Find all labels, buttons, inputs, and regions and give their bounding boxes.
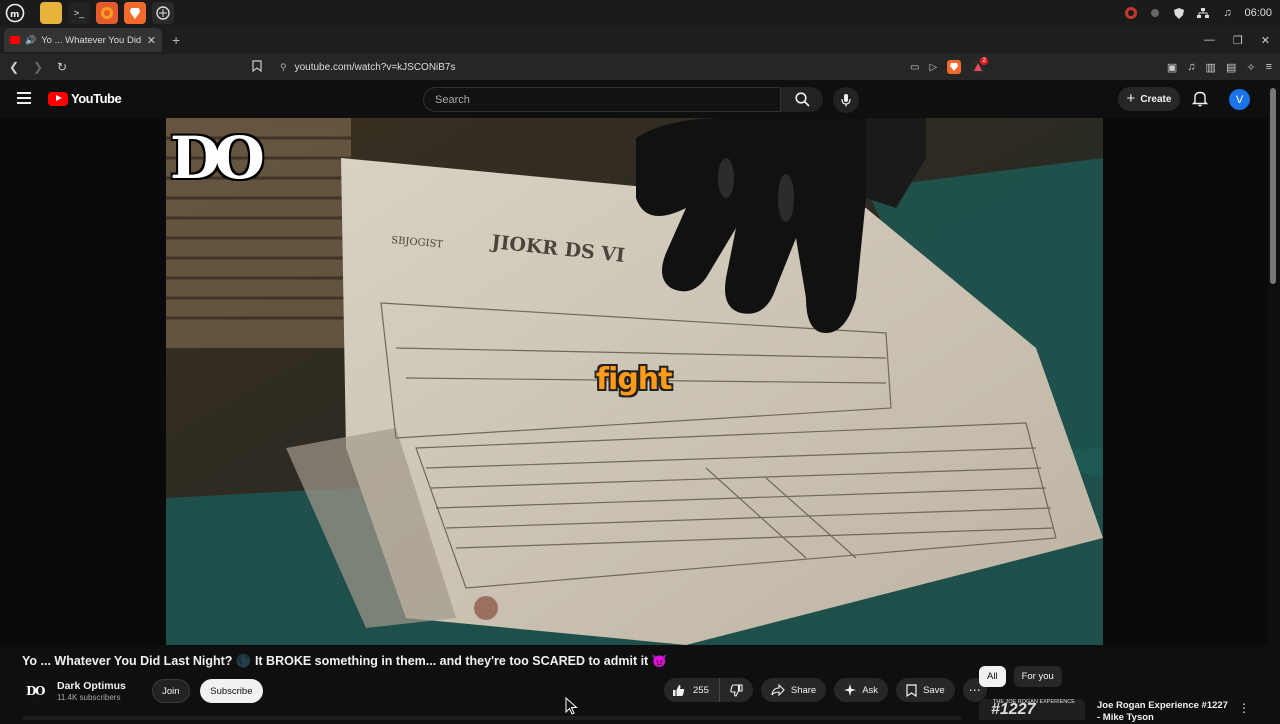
save-button[interactable]: Save <box>896 678 955 702</box>
site-info-icon[interactable]: ⚲ <box>280 62 287 73</box>
save-label: Save <box>923 684 945 696</box>
channel-watermark[interactable]: DO <box>170 124 265 192</box>
guide-menu-icon[interactable] <box>17 92 31 104</box>
youtube-logo[interactable]: YouTube <box>48 91 122 106</box>
plus-icon: + <box>1126 90 1136 107</box>
youtube-logo-text: YouTube <box>71 91 122 106</box>
address-bar[interactable]: ⚲ youtube.com/watch?v=kJSCONiB7s <box>252 56 1002 78</box>
video-player[interactable]: JIOKR DS VI SBJOGIST DO fight <box>166 118 1103 645</box>
os-taskbar: m >_ ♫ 06:00 <box>0 0 1280 26</box>
clock[interactable]: 06:00 <box>1244 7 1272 19</box>
video-title: Yo ... Whatever You Did Last Night? 🌑 It… <box>22 654 668 668</box>
youtube-header: YouTube Search + Create V <box>0 80 1280 118</box>
reload-icon[interactable]: ↻ <box>52 60 72 74</box>
subscriber-count: 11.4K subscribers <box>57 693 121 702</box>
bookmark-icon[interactable] <box>252 59 262 75</box>
leo-icon[interactable]: ✧ <box>1246 61 1255 74</box>
app-icon[interactable] <box>152 2 174 24</box>
cast-icon[interactable]: ▭ <box>910 62 919 73</box>
channel-avatar[interactable]: DO <box>22 678 48 704</box>
back-icon[interactable]: ❮ <box>4 60 24 74</box>
ask-button[interactable]: Ask <box>834 678 889 702</box>
wallet-icon[interactable]: ▤ <box>1226 61 1236 74</box>
ask-label: Ask <box>862 684 879 696</box>
sidebar-toggle-icon[interactable]: ▣ <box>1167 61 1177 74</box>
recommended-title[interactable]: Joe Rogan Experience #1227 - Mike Tyson <box>1097 700 1232 724</box>
network-icon[interactable] <box>1196 6 1210 20</box>
svg-text:m: m <box>10 10 19 20</box>
tab-title: Yo ... Whatever You Did La <box>41 34 142 46</box>
chip-for-you[interactable]: For you <box>1013 666 1062 687</box>
mint-menu-icon[interactable]: m <box>4 2 26 24</box>
close-window-icon[interactable]: ✕ <box>1261 34 1270 47</box>
chip-all[interactable]: All <box>979 666 1006 687</box>
create-button[interactable]: + Create <box>1118 87 1180 111</box>
description-box-edge <box>22 716 962 720</box>
sidebar-icon[interactable]: ▥ <box>1206 61 1216 74</box>
browser-tab-strip: 🔊 Yo ... Whatever You Did La ✕ + — ❐ ✕ <box>0 26 1280 54</box>
video-actions: 255 Share Ask Save ⋯ <box>664 678 987 702</box>
recommendation-chips: All For you <box>979 666 1062 687</box>
firefox-icon[interactable] <box>96 2 118 24</box>
recommended-menu-icon[interactable]: ⋮ <box>1238 701 1250 715</box>
menu-icon[interactable]: ≡ <box>1266 61 1272 73</box>
mouse-cursor-icon <box>565 697 578 715</box>
save-icon <box>906 683 917 697</box>
maximize-icon[interactable]: ❐ <box>1233 34 1243 47</box>
subscribe-button[interactable]: Subscribe <box>199 679 263 703</box>
like-dislike-group: 255 <box>664 678 753 702</box>
voice-search-button[interactable] <box>833 87 859 113</box>
notifications-bell-icon[interactable] <box>1191 90 1209 112</box>
create-label: Create <box>1140 93 1172 105</box>
share-icon <box>771 684 785 696</box>
forward-icon[interactable]: ❯ <box>28 60 48 74</box>
brave-icon[interactable] <box>124 2 146 24</box>
browser-toolbar: ❮ ❯ ↻ ⚲ youtube.com/watch?v=kJSCONiB7s ▭… <box>0 54 1280 80</box>
url-text[interactable]: youtube.com/watch?v=kJSCONiB7s <box>295 62 456 73</box>
like-count: 255 <box>693 684 709 696</box>
browser-tab[interactable]: 🔊 Yo ... Whatever You Did La ✕ <box>4 28 162 52</box>
thumbs-up-icon <box>673 684 685 696</box>
like-button[interactable]: 255 <box>664 678 720 702</box>
microphone-icon <box>841 94 851 107</box>
speaker-icon[interactable]: 🔊 <box>25 35 36 46</box>
share-button[interactable]: Share <box>760 678 827 702</box>
music-icon[interactable]: ♫ <box>1220 6 1234 20</box>
channel-row: DO Dark Optimus 11.4K subscribers Join S… <box>22 678 263 704</box>
search-button[interactable] <box>781 87 823 112</box>
play-icon[interactable]: ▷ <box>929 62 937 73</box>
channel-name[interactable]: Dark Optimus <box>57 680 126 692</box>
youtube-favicon-icon <box>10 36 20 44</box>
account-avatar[interactable]: V <box>1229 89 1250 110</box>
thumbnail-text: #1227 <box>991 701 1036 718</box>
join-button[interactable]: Join <box>151 679 190 703</box>
thumbs-down-icon <box>730 683 743 697</box>
update-icon[interactable] <box>1124 6 1138 20</box>
dislike-button[interactable] <box>720 678 753 702</box>
brave-rewards-icon[interactable]: 2 <box>971 57 989 74</box>
minimize-icon[interactable]: — <box>1204 34 1215 46</box>
search-placeholder: Search <box>435 93 470 106</box>
terminal-icon[interactable]: >_ <box>68 2 90 24</box>
shield-icon[interactable] <box>1172 6 1186 20</box>
media-icon[interactable]: ♫ <box>1187 61 1195 73</box>
video-caption: fight <box>596 362 673 397</box>
page-scrollbar[interactable] <box>1270 88 1276 284</box>
youtube-logo-icon <box>48 91 68 106</box>
new-tab-icon[interactable]: + <box>172 32 180 48</box>
search-input[interactable]: Search <box>423 87 781 112</box>
sparkle-icon <box>844 684 857 696</box>
close-tab-icon[interactable]: ✕ <box>147 34 156 47</box>
brave-shield-icon[interactable] <box>947 60 962 74</box>
folder-icon[interactable] <box>40 2 62 24</box>
share-label: Share <box>790 684 817 696</box>
recommended-thumbnail[interactable]: THE JOE ROGAN EXPERIENCE #1227 <box>979 699 1085 720</box>
search-icon <box>794 92 810 107</box>
circle-icon[interactable] <box>1148 6 1162 20</box>
